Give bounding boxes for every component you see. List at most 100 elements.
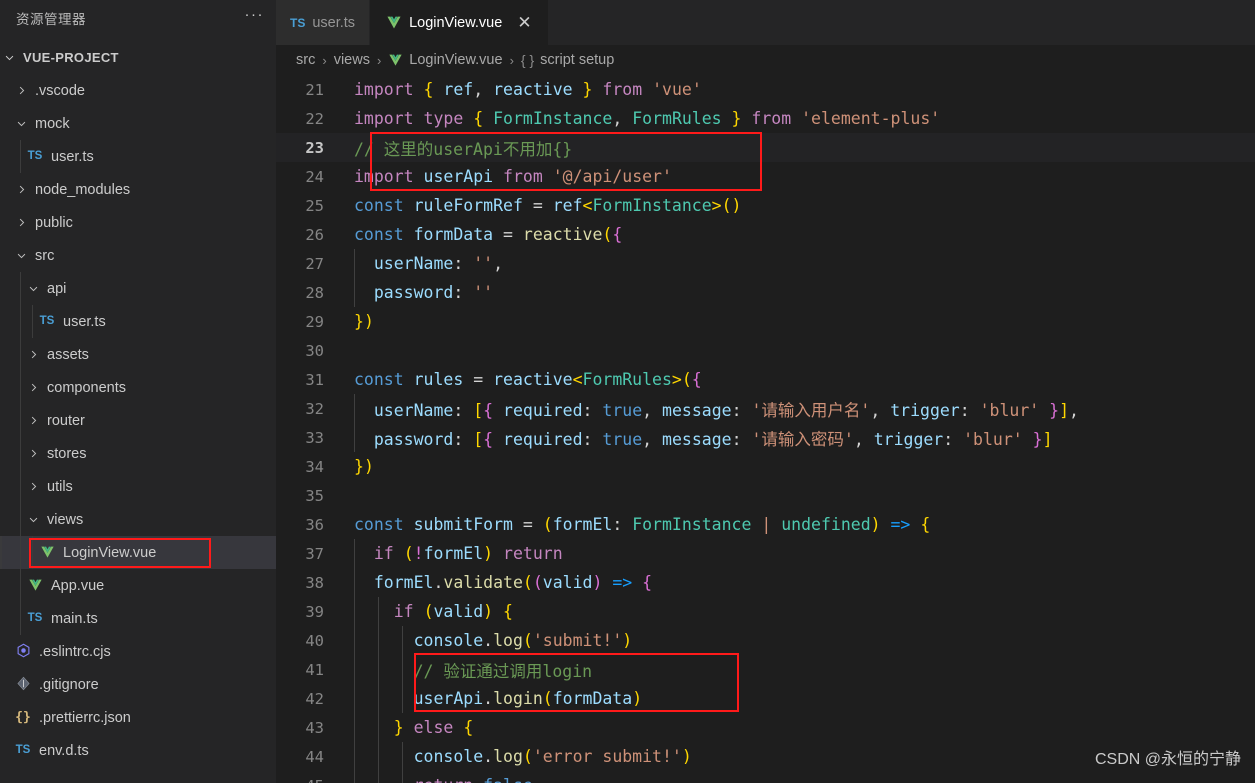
chevron-right-icon[interactable] xyxy=(24,448,42,459)
code-line[interactable]: 43 } else { xyxy=(276,713,1255,742)
code-line[interactable]: 23 // 这里的userApi不用加{} xyxy=(276,133,1255,162)
indent-guide xyxy=(32,305,33,338)
line-number: 44 xyxy=(305,747,324,766)
code-line[interactable]: 28 password: '' xyxy=(276,278,1255,307)
editor-tab-loginview-vue[interactable]: LoginView.vue ✕ xyxy=(370,0,549,45)
tree-item-api[interactable]: api xyxy=(0,272,276,305)
code-line[interactable]: 26 const formData = reactive({ xyxy=(276,220,1255,249)
code-line[interactable]: 36 const submitForm = (formEl: FormInstan… xyxy=(276,510,1255,539)
tree-item-views[interactable]: views xyxy=(0,503,276,536)
chevron-down-icon[interactable] xyxy=(12,118,30,129)
code-line[interactable]: 35 xyxy=(276,481,1255,510)
chevron-down-icon[interactable] xyxy=(12,250,30,261)
code-line[interactable]: 45 return false xyxy=(276,771,1255,783)
tree-item-env-d-ts[interactable]: TS env.d.ts xyxy=(0,734,276,767)
tree-item-src[interactable]: src xyxy=(0,239,276,272)
tree-item-main-ts[interactable]: TS main.ts xyxy=(0,602,276,635)
breadcrumb-separator: › xyxy=(509,52,514,68)
line-number: 45 xyxy=(276,777,346,783)
code-line[interactable]: 27 userName: '', xyxy=(276,249,1255,278)
code-text: import { ref, reactive } from 'vue' xyxy=(354,80,702,99)
code-line[interactable]: 40 console.log('submit!') xyxy=(276,626,1255,655)
tree-item-stores[interactable]: stores xyxy=(0,437,276,470)
chevron-right-icon[interactable] xyxy=(12,217,30,228)
code-text: userName: '', xyxy=(373,254,504,273)
tree-item--prettierrc-json[interactable]: {} .prettierrc.json xyxy=(0,701,276,734)
code-line[interactable]: 38 formEl.validate((valid) => { xyxy=(276,568,1255,597)
sidebar-scrollbar[interactable] xyxy=(266,0,276,783)
code-line[interactable]: 25 const ruleFormRef = ref<FormInstance>(… xyxy=(276,191,1255,220)
editor-tab-bar: TS user.ts LoginView.vue ✕ xyxy=(276,0,1255,45)
code-text: }) xyxy=(354,312,374,331)
line-number: 23 xyxy=(305,138,324,157)
breadcrumb-separator: › xyxy=(322,52,327,68)
tree-root-vue-project[interactable]: VUE-PROJECT xyxy=(0,41,276,74)
git-icon xyxy=(12,676,34,694)
tree-item-user-ts[interactable]: TS user.ts xyxy=(0,305,276,338)
code-line[interactable]: 32 userName: [{ required: true, message:… xyxy=(276,394,1255,423)
chevron-right-icon[interactable] xyxy=(24,349,42,360)
chevron-down-icon[interactable] xyxy=(0,52,18,63)
line-number: 31 xyxy=(305,370,324,389)
vue-file-icon xyxy=(386,16,402,30)
ts-file-icon: TS xyxy=(15,743,31,756)
code-line[interactable]: 31 const rules = reactive<FormRules>({ xyxy=(276,365,1255,394)
vscode-window: 资源管理器 ··· VUE-PROJECT .vscode mock TS user.… xyxy=(0,0,1255,783)
code-line[interactable]: 33 password: [{ required: true, message:… xyxy=(276,423,1255,452)
tree-item-node-modules[interactable]: node_modules xyxy=(0,173,276,206)
breadcrumb-item-src[interactable]: src xyxy=(296,52,315,68)
chevron-down-icon[interactable] xyxy=(24,283,42,294)
line-number: 34 xyxy=(305,457,324,476)
tree-item-loginview-vue[interactable]: LoginView.vue xyxy=(0,536,276,569)
line-number: 41 xyxy=(305,660,324,679)
chevron-right-icon[interactable] xyxy=(12,85,30,96)
tree-item--vscode[interactable]: .vscode xyxy=(0,74,276,107)
code-line[interactable]: 34}) xyxy=(276,452,1255,481)
code-line[interactable]: 29}) xyxy=(276,307,1255,336)
tree-item-router[interactable]: router xyxy=(0,404,276,437)
line-number: 28 xyxy=(305,283,324,302)
line-number: 21 xyxy=(305,80,324,99)
tree-item--eslintrc-cjs[interactable]: .eslintrc.cjs xyxy=(0,635,276,668)
tree-item-label: api xyxy=(47,280,67,297)
breadcrumb-item-script-setup[interactable]: { } script setup xyxy=(521,52,614,68)
code-line[interactable]: 41 // 验证通过调用login xyxy=(276,655,1255,684)
code-line[interactable]: 24 import userApi from '@/api/user' xyxy=(276,162,1255,191)
code-line[interactable]: 30 xyxy=(276,336,1255,365)
breadcrumb-item-views[interactable]: views xyxy=(334,52,370,68)
editor-tab-user-ts[interactable]: TS user.ts xyxy=(276,0,371,45)
breadcrumb-item-loginview-vue[interactable]: LoginView.vue xyxy=(388,52,503,68)
breadcrumb-label: LoginView.vue xyxy=(409,52,503,68)
tree-item-user-ts[interactable]: TS user.ts xyxy=(0,140,276,173)
vue-file-icon xyxy=(388,54,403,67)
chevron-right-icon[interactable] xyxy=(12,184,30,195)
tree-item-components[interactable]: components xyxy=(0,371,276,404)
code-line[interactable]: 22 import type { FormInstance, FormRules … xyxy=(276,104,1255,133)
tree-item-public[interactable]: public xyxy=(0,206,276,239)
chevron-down-icon[interactable] xyxy=(24,514,42,525)
more-actions-icon[interactable]: ··· xyxy=(245,7,265,25)
code-text: import userApi from '@/api/user' xyxy=(354,167,672,186)
tree-item--gitignore[interactable]: .gitignore xyxy=(0,668,276,701)
code-line[interactable]: 37 if (!formEl) return xyxy=(276,539,1255,568)
code-line[interactable]: 44 console.log('error submit!') xyxy=(276,742,1255,771)
code-line[interactable]: 42 userApi.login(formData) xyxy=(276,684,1255,713)
tabbar-filler xyxy=(548,0,1255,45)
tree-item-assets[interactable]: assets xyxy=(0,338,276,371)
ts-file-icon: TS xyxy=(27,149,43,162)
chevron-right-icon[interactable] xyxy=(24,481,42,492)
chevron-right-icon[interactable] xyxy=(24,382,42,393)
code-line[interactable]: 21 import { ref, reactive } from 'vue' xyxy=(276,75,1255,104)
explorer-sidebar: 资源管理器 ··· VUE-PROJECT .vscode mock TS user.… xyxy=(0,0,276,783)
tree-item-mock[interactable]: mock xyxy=(0,107,276,140)
code-editor[interactable]: 21 import { ref, reactive } from 'vue' 22 i… xyxy=(276,75,1255,783)
tree-item-utils[interactable]: utils xyxy=(0,470,276,503)
code-line[interactable]: 39 if (valid) { xyxy=(276,597,1255,626)
chevron-right-icon[interactable] xyxy=(24,415,42,426)
close-icon[interactable]: ✕ xyxy=(517,14,531,31)
code-text: formEl.validate((valid) => { xyxy=(373,573,653,592)
code-text: const formData = reactive({ xyxy=(354,225,623,244)
indent-guide xyxy=(20,338,21,371)
tree-item-label: src xyxy=(35,247,55,264)
tree-item-app-vue[interactable]: App.vue xyxy=(0,569,276,602)
